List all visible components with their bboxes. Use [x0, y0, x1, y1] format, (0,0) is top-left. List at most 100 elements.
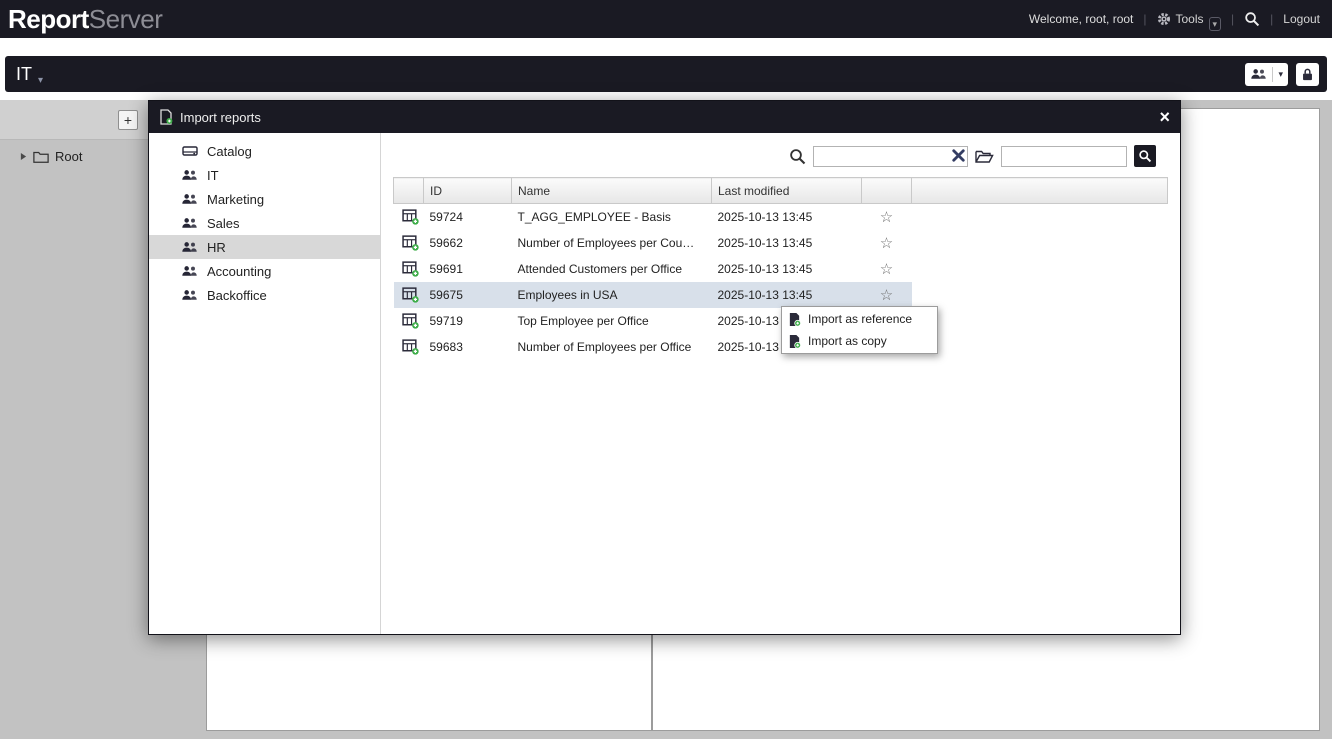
report-name-cell: Number of Employees per Office — [512, 334, 712, 360]
dialog-sidebar-item-label: Accounting — [207, 264, 271, 279]
app-logo[interactable]: ReportServer — [8, 4, 162, 35]
dialog-search-toolbar — [393, 143, 1156, 169]
top-navigation-bar: ReportServer Welcome, root, root | Tools… — [0, 0, 1332, 38]
logo-text-light: Server — [89, 4, 163, 34]
open-folder-icon[interactable] — [975, 149, 994, 164]
dialog-sidebar-item-label: IT — [207, 168, 219, 183]
report-table-icon — [402, 208, 424, 225]
dialog-header[interactable]: Import reports × — [149, 101, 1180, 133]
teamspace-title[interactable]: IT — [16, 64, 32, 85]
report-name-cell: Number of Employees per Cou… — [512, 230, 712, 256]
report-modified-cell: 2025-10-13 13:45 — [712, 230, 862, 256]
report-id-cell: 59719 — [424, 308, 512, 334]
dialog-content: ID Name Last modified — [381, 133, 1180, 634]
teamspace-icon — [181, 287, 198, 303]
dialog-sidebar-item-label: Sales — [207, 216, 240, 231]
favorite-star-icon[interactable]: ☆ — [880, 261, 893, 278]
teamspace-icon — [181, 167, 198, 183]
context-menu-item[interactable]: Import as copy — [782, 330, 937, 352]
tools-label: Tools — [1176, 12, 1204, 26]
report-table-icon — [402, 338, 424, 355]
column-header-favorite[interactable] — [862, 178, 912, 204]
filler-cell — [912, 256, 1168, 282]
dialog-sidebar-item[interactable]: HR — [149, 235, 380, 259]
separator: | — [1231, 12, 1234, 26]
dialog-sidebar-item[interactable]: IT — [149, 163, 380, 187]
topbar-right-cluster: Welcome, root, root | Tools ▾ | | Logout — [1029, 7, 1320, 31]
filler-cell — [912, 204, 1168, 230]
teamspace-dropdown-chevron-icon[interactable]: ▾ — [38, 75, 43, 86]
dialog-sidebar-item[interactable]: Marketing — [149, 187, 380, 211]
report-name-cell: T_AGG_EMPLOYEE - Basis — [512, 204, 712, 230]
table-row[interactable]: 59675 Employees in USA 2025-10-13 13:45 … — [394, 282, 1168, 308]
import-report-icon — [788, 312, 801, 327]
tree-expander-icon[interactable] — [20, 152, 27, 161]
teamspace-icon — [181, 239, 198, 255]
context-menu-item-label: Import as reference — [808, 312, 912, 326]
column-header-name[interactable]: Name — [512, 178, 712, 204]
tools-dropdown-chevron-icon[interactable]: ▾ — [1209, 17, 1222, 31]
filler-cell — [912, 230, 1168, 256]
search-go-button[interactable] — [1134, 145, 1156, 167]
clear-filter-icon[interactable] — [952, 149, 965, 162]
column-header-icon[interactable] — [394, 178, 424, 204]
report-id-cell: 59691 — [424, 256, 512, 282]
teamspace-members-button[interactable]: ▾ — [1245, 63, 1288, 86]
teamspace-security-button[interactable] — [1296, 63, 1319, 86]
filter-input[interactable] — [813, 146, 968, 167]
table-row[interactable]: 59724 T_AGG_EMPLOYEE - Basis 2025-10-13 … — [394, 204, 1168, 230]
teamspace-icon — [181, 263, 198, 279]
table-row[interactable]: 59662 Number of Employees per Cou… 2025-… — [394, 230, 1168, 256]
path-input[interactable] — [1001, 146, 1127, 167]
report-table-icon — [402, 286, 424, 303]
dialog-sidebar-item-label: HR — [207, 240, 226, 255]
import-report-icon — [788, 334, 801, 349]
report-id-cell: 59724 — [424, 204, 512, 230]
lock-icon — [1301, 67, 1314, 82]
report-name-cell: Employees in USA — [512, 282, 712, 308]
logout-link[interactable]: Logout — [1283, 12, 1320, 26]
filler-cell — [912, 282, 1168, 308]
report-table-icon — [402, 312, 424, 329]
dialog-sidebar-item[interactable]: Backoffice — [149, 283, 380, 307]
tools-menu[interactable]: Tools ▾ — [1157, 7, 1222, 31]
dialog-sidebar: Catalog IT Marketing — [149, 133, 381, 634]
dialog-title: Import reports — [180, 110, 261, 125]
dialog-sidebar-item[interactable]: Accounting — [149, 259, 380, 283]
report-modified-cell: 2025-10-13 13:45 — [712, 204, 862, 230]
teamspace-icon — [181, 191, 198, 207]
members-dropdown-chevron-icon: ▾ — [1278, 69, 1283, 80]
favorite-star-icon[interactable]: ☆ — [880, 235, 893, 252]
report-name-cell: Attended Customers per Office — [512, 256, 712, 282]
report-name-cell: Top Employee per Office — [512, 308, 712, 334]
folder-icon — [33, 150, 49, 163]
report-modified-cell: 2025-10-13 13:45 — [712, 256, 862, 282]
logo-text-bold: Report — [8, 4, 89, 34]
context-menu-item-label: Import as copy — [808, 334, 887, 348]
column-header-filler — [912, 178, 1168, 204]
column-header-modified[interactable]: Last modified — [712, 178, 862, 204]
report-modified-cell: 2025-10-13 13:45 — [712, 282, 862, 308]
import-context-menu: Import as reference Import as copy — [781, 306, 938, 354]
report-table-icon — [402, 234, 424, 251]
dialog-body: Catalog IT Marketing — [149, 133, 1180, 634]
welcome-text: Welcome, root, root — [1029, 12, 1133, 26]
dialog-sidebar-item[interactable]: Catalog — [149, 139, 380, 163]
close-icon[interactable]: × — [1159, 108, 1170, 126]
dialog-sidebar-item[interactable]: Sales — [149, 211, 380, 235]
table-header-row: ID Name Last modified — [394, 178, 1168, 204]
separator: | — [1143, 12, 1146, 26]
favorite-star-icon[interactable]: ☆ — [880, 287, 893, 304]
gear-icon — [1157, 12, 1171, 26]
report-table-icon — [402, 260, 424, 277]
dialog-sidebar-item-label: Catalog — [207, 144, 252, 159]
global-search-icon[interactable] — [1244, 11, 1260, 27]
context-menu-item[interactable]: Import as reference — [782, 308, 937, 330]
favorite-star-icon[interactable]: ☆ — [880, 209, 893, 226]
table-row[interactable]: 59691 Attended Customers per Office 2025… — [394, 256, 1168, 282]
filler-cell — [912, 308, 1168, 334]
column-header-id[interactable]: ID — [424, 178, 512, 204]
expand-panel-button[interactable]: + — [118, 110, 138, 130]
filler-cell — [912, 334, 1168, 360]
dialog-sidebar-item-label: Marketing — [207, 192, 264, 207]
